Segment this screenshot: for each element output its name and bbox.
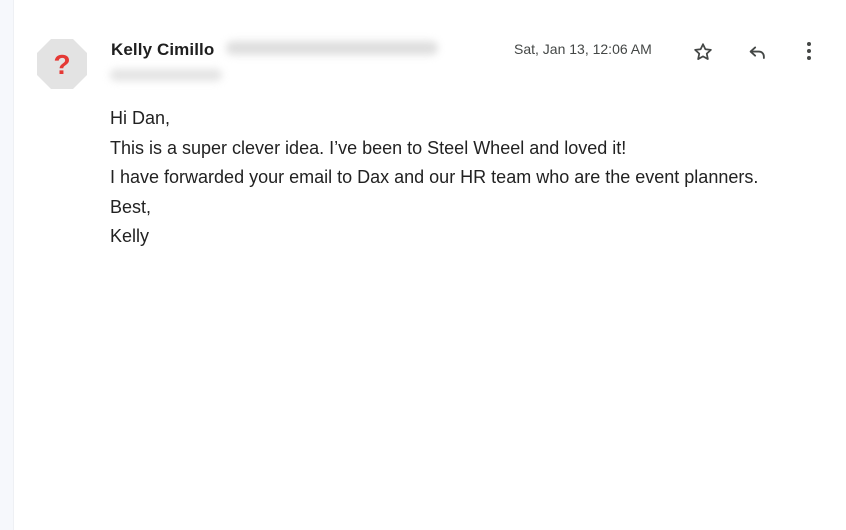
sender-email-redacted xyxy=(226,41,438,55)
reply-icon xyxy=(749,46,765,59)
body-line: This is a super clever idea. I’ve been t… xyxy=(110,137,627,158)
body-signature: Kelly xyxy=(110,226,150,246)
sender-name[interactable]: Kelly Cimillo xyxy=(111,40,214,60)
question-mark-avatar-icon: ? xyxy=(37,39,87,89)
reply-button[interactable] xyxy=(743,38,771,66)
star-icon xyxy=(694,43,712,60)
recipient-redacted xyxy=(110,69,222,81)
star-button[interactable] xyxy=(689,38,717,66)
left-panel-edge xyxy=(0,0,14,530)
more-vertical-icon xyxy=(807,42,811,60)
body-closing: Best, xyxy=(110,196,152,217)
email-timestamp: Sat, Jan 13, 12:06 AM xyxy=(514,41,652,57)
more-options-button[interactable] xyxy=(795,37,823,65)
svg-text:?: ? xyxy=(53,49,70,80)
body-greeting: Hi Dan, xyxy=(110,108,171,128)
sender-avatar[interactable]: ? xyxy=(36,38,88,90)
email-body: Hi Dan, This is a super clever idea. I’v… xyxy=(110,104,758,252)
body-line: I have forwarded your email to Dax and o… xyxy=(110,167,759,187)
